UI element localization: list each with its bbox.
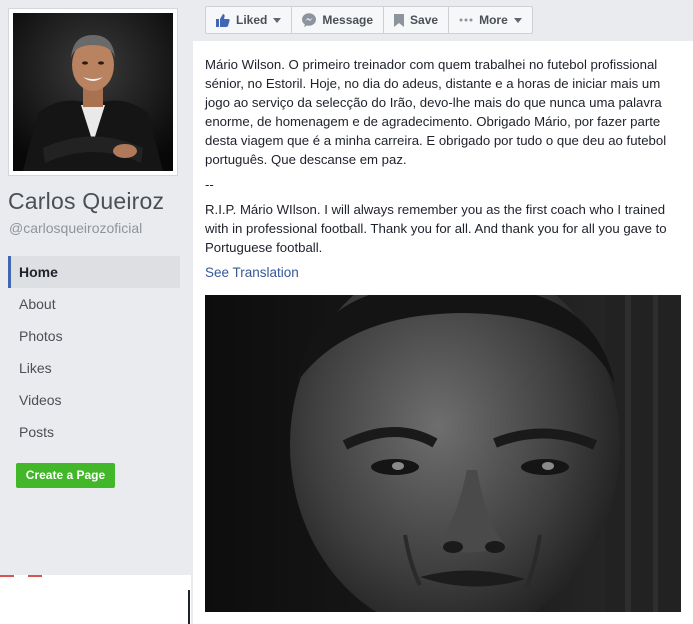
sidebar-bottom-area (0, 575, 191, 624)
post-text-english: R.I.P. Mário WIlson. I will always remem… (205, 202, 667, 255)
post-photo[interactable] (205, 295, 681, 612)
ellipsis-icon (459, 18, 473, 22)
messenger-icon (302, 13, 317, 27)
post-text-portuguese: Mário Wilson. O primeiro treinador com q… (205, 57, 667, 167)
post-card: Mário Wilson. O primeiro treinador com q… (193, 41, 693, 624)
create-page-button[interactable]: Create a Page (16, 463, 115, 488)
page-action-toolbar: Liked Message Save More (205, 6, 533, 34)
message-button[interactable]: Message (292, 7, 385, 33)
divider (188, 590, 190, 624)
post-body: Mário Wilson. O primeiro treinador com q… (205, 55, 681, 282)
see-translation-link[interactable]: See Translation (205, 263, 681, 282)
page-name[interactable]: Carlos Queiroz (8, 188, 164, 215)
save-button[interactable]: Save (384, 7, 450, 33)
nav-item-home[interactable]: Home (8, 256, 180, 288)
red-mark (28, 575, 42, 577)
nav-item-photos[interactable]: Photos (8, 320, 180, 352)
post-separator: -- (205, 177, 214, 192)
profile-picture[interactable] (13, 13, 173, 171)
chevron-down-icon (513, 17, 522, 23)
message-label: Message (322, 13, 374, 27)
nav-item-videos[interactable]: Videos (8, 384, 180, 416)
liked-label: Liked (236, 13, 268, 27)
liked-button[interactable]: Liked (206, 7, 293, 33)
profile-picture-frame[interactable] (8, 8, 178, 176)
nav-item-about[interactable]: About (8, 288, 180, 320)
thumbs-up-icon (216, 13, 230, 27)
more-button[interactable]: More (449, 7, 532, 33)
nav-item-posts[interactable]: Posts (8, 416, 180, 448)
left-sidebar: Carlos Queiroz @carlosqueirozoficial Hom… (0, 0, 191, 624)
page-nav: Home About Photos Likes Videos Posts (8, 256, 180, 448)
red-mark (0, 575, 14, 577)
page-handle[interactable]: @carlosqueirozoficial (9, 220, 142, 236)
bookmark-icon (394, 13, 405, 27)
chevron-down-icon (273, 17, 282, 23)
nav-item-likes[interactable]: Likes (8, 352, 180, 384)
save-label: Save (410, 13, 439, 27)
more-label: More (479, 13, 508, 27)
